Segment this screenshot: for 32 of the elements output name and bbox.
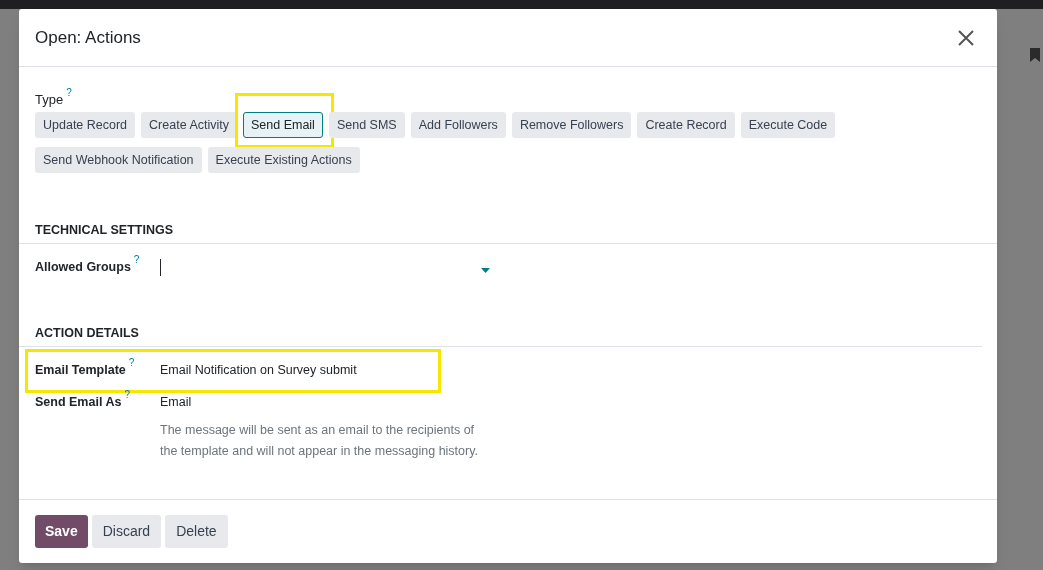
section-heading: TECHNICAL SETTINGS [35, 223, 173, 237]
footer-button[interactable]: Save [35, 515, 88, 548]
help-tooltip[interactable]: ? [128, 357, 135, 368]
section-heading: ACTION DETAILS [35, 325, 139, 340]
footer-button[interactable]: Discard [91, 515, 162, 548]
type-option[interactable]: Update Record [35, 112, 136, 138]
dialog-title: Open: Actions [35, 26, 141, 49]
field-label: Type [35, 91, 64, 109]
bookmark-icon[interactable] [1030, 48, 1040, 62]
help-tooltip[interactable]: ? [66, 88, 72, 98]
type-option[interactable]: Send Webhook Notification [35, 147, 202, 173]
type-option[interactable]: Create Record [637, 112, 735, 138]
field-label: Send Email As [35, 393, 122, 411]
field-label: Email Template [35, 361, 126, 379]
close-icon[interactable] [957, 28, 975, 47]
type-option[interactable]: Execute Code [740, 112, 836, 138]
field-value[interactable]: Email [160, 392, 500, 411]
type-option[interactable]: Send Email [242, 112, 323, 138]
field-label: Allowed Groups [35, 258, 131, 276]
footer-button[interactable]: Delete [165, 515, 228, 548]
help-tooltip[interactable]: ? [124, 389, 130, 400]
text-cursor [160, 259, 161, 277]
type-option[interactable]: Execute Existing Actions [207, 147, 360, 173]
field-value[interactable]: Email Notification on Survey submit [160, 360, 500, 379]
help-tooltip[interactable]: ? [133, 254, 140, 265]
select-field[interactable] [160, 257, 490, 278]
dropdown-caret-icon[interactable] [481, 268, 490, 274]
type-option[interactable]: Create Activity [141, 112, 237, 138]
help-text: The message will be sent as an email to the recipients of the template and will not appear in the messaging history. [160, 421, 478, 460]
type-option[interactable]: Add Followers [410, 112, 506, 138]
type-option[interactable]: Remove Followers [511, 112, 632, 138]
type-option[interactable]: Send SMS [328, 112, 405, 138]
